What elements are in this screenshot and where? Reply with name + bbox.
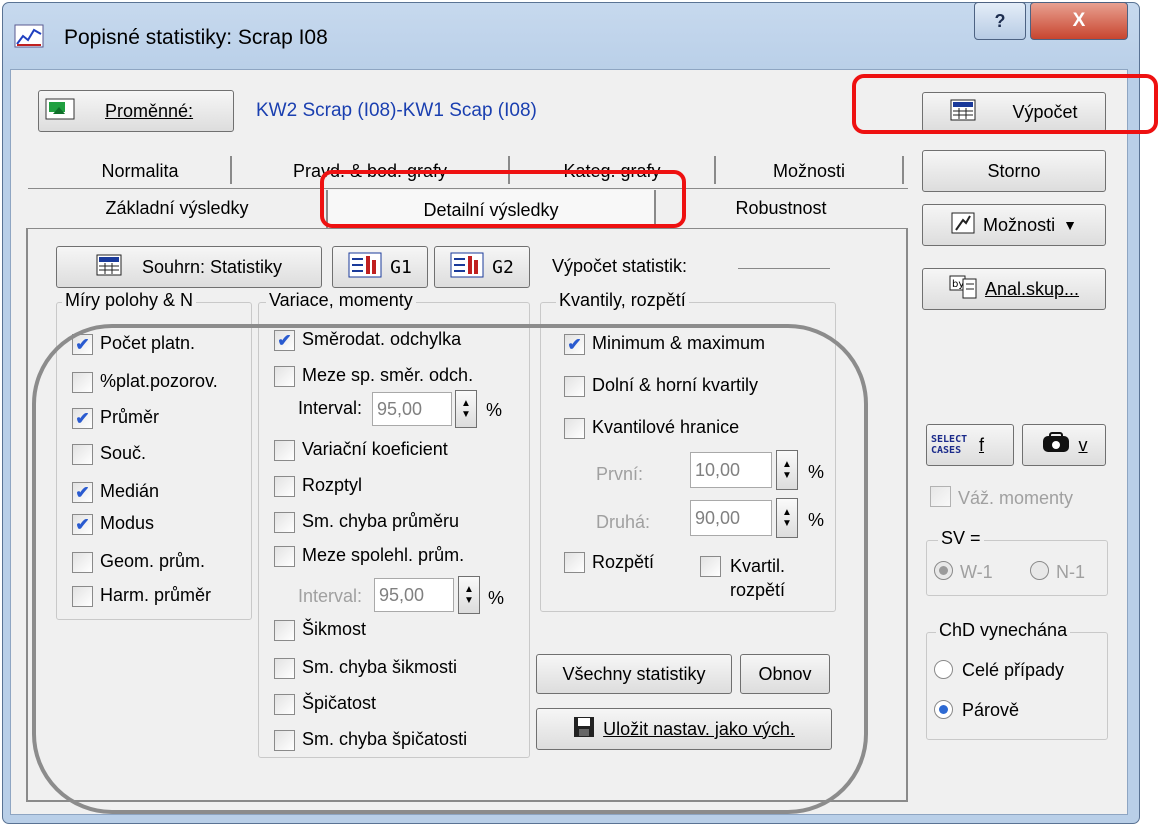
tab-robustness[interactable]: Robustnost xyxy=(656,190,906,226)
graph-icon xyxy=(348,252,382,283)
help-button[interactable]: ? xyxy=(974,2,1026,40)
tab-moznosti[interactable]: Možnosti xyxy=(716,154,902,188)
weight-icon xyxy=(1041,431,1071,460)
by-group-button[interactable]: by Anal.skup... xyxy=(922,268,1106,310)
sv-n1-radio[interactable] xyxy=(1030,561,1049,580)
stat-calc-line xyxy=(738,268,830,269)
tab-normalita[interactable]: Normalita xyxy=(50,154,230,188)
dropdown-arrow-icon: ▼ xyxy=(1063,217,1077,233)
graph-icon xyxy=(450,252,484,283)
variables-value: KW2 Scrap (I08)-KW1 Scap (I08) xyxy=(256,100,537,121)
cancel-label: Storno xyxy=(987,160,1041,181)
window-title: Popisné statistiky: Scrap I08 xyxy=(64,26,328,49)
by-group-label: Anal.skup... xyxy=(984,278,1080,299)
stat-calc-label: Výpočet statistik: xyxy=(552,256,688,276)
sum-icon xyxy=(96,254,122,281)
variation-group-label: Variace, momenty xyxy=(266,290,416,311)
options-icon xyxy=(951,212,975,239)
highlight-detailed-tab xyxy=(320,170,686,228)
options-menu-button[interactable]: Možnosti ▼ xyxy=(922,204,1106,246)
weight-label: v xyxy=(1078,434,1088,455)
casewise-radio[interactable] xyxy=(934,660,953,679)
select-cases-label: f xyxy=(979,434,985,455)
weight-button[interactable]: v xyxy=(1022,424,1106,466)
summary-stats-label: Souhrn: Statistiky xyxy=(141,256,283,277)
pairwise-radio[interactable] xyxy=(934,700,953,719)
highlight-compute xyxy=(852,74,1158,134)
g1-label: G1 xyxy=(390,256,412,278)
tab-basic-results[interactable]: Základní výsledky xyxy=(28,190,326,226)
select-cases-button[interactable]: SELECT CASES f xyxy=(926,424,1014,466)
g2-label: G2 xyxy=(492,256,514,278)
variables-button[interactable]: Proměnné: xyxy=(38,90,234,132)
g2-button[interactable]: G2 xyxy=(434,246,530,288)
close-button[interactable]: X xyxy=(1030,2,1128,40)
app-icon xyxy=(14,24,44,48)
weighted-moments-label: Váž. momenty xyxy=(958,488,1074,508)
select-cases-icon: SELECT CASES xyxy=(931,434,968,456)
sv-w1-radio[interactable] xyxy=(934,561,953,580)
sv-n1-label: N-1 xyxy=(1056,562,1086,582)
variables-button-label: Proměnné: xyxy=(105,100,194,121)
variables-icon xyxy=(45,98,75,125)
sv-group-label: SV = xyxy=(938,528,984,549)
sv-w1-label: W-1 xyxy=(960,562,993,582)
summary-stats-button[interactable]: Souhrn: Statistiky xyxy=(56,246,322,288)
svg-text:by: by xyxy=(952,279,964,290)
pairwise-label: Párově xyxy=(962,700,1020,720)
highlight-checkbox-area xyxy=(32,324,868,814)
cancel-button[interactable]: Storno xyxy=(922,150,1106,192)
g1-button[interactable]: G1 xyxy=(332,246,428,288)
casewise-label: Celé případy xyxy=(962,660,1065,680)
location-group-label: Míry polohy & N xyxy=(62,290,197,311)
quantiles-group-label: Kvantily, rozpětí xyxy=(556,290,689,311)
weighted-moments-checkbox[interactable] xyxy=(930,486,951,507)
tab-separator xyxy=(902,156,904,184)
missing-data-label: ChD vynechána xyxy=(936,620,1071,641)
missing-data-group xyxy=(926,632,1108,740)
by-group-icon: by xyxy=(949,275,977,304)
options-label: Možnosti xyxy=(983,214,1056,235)
